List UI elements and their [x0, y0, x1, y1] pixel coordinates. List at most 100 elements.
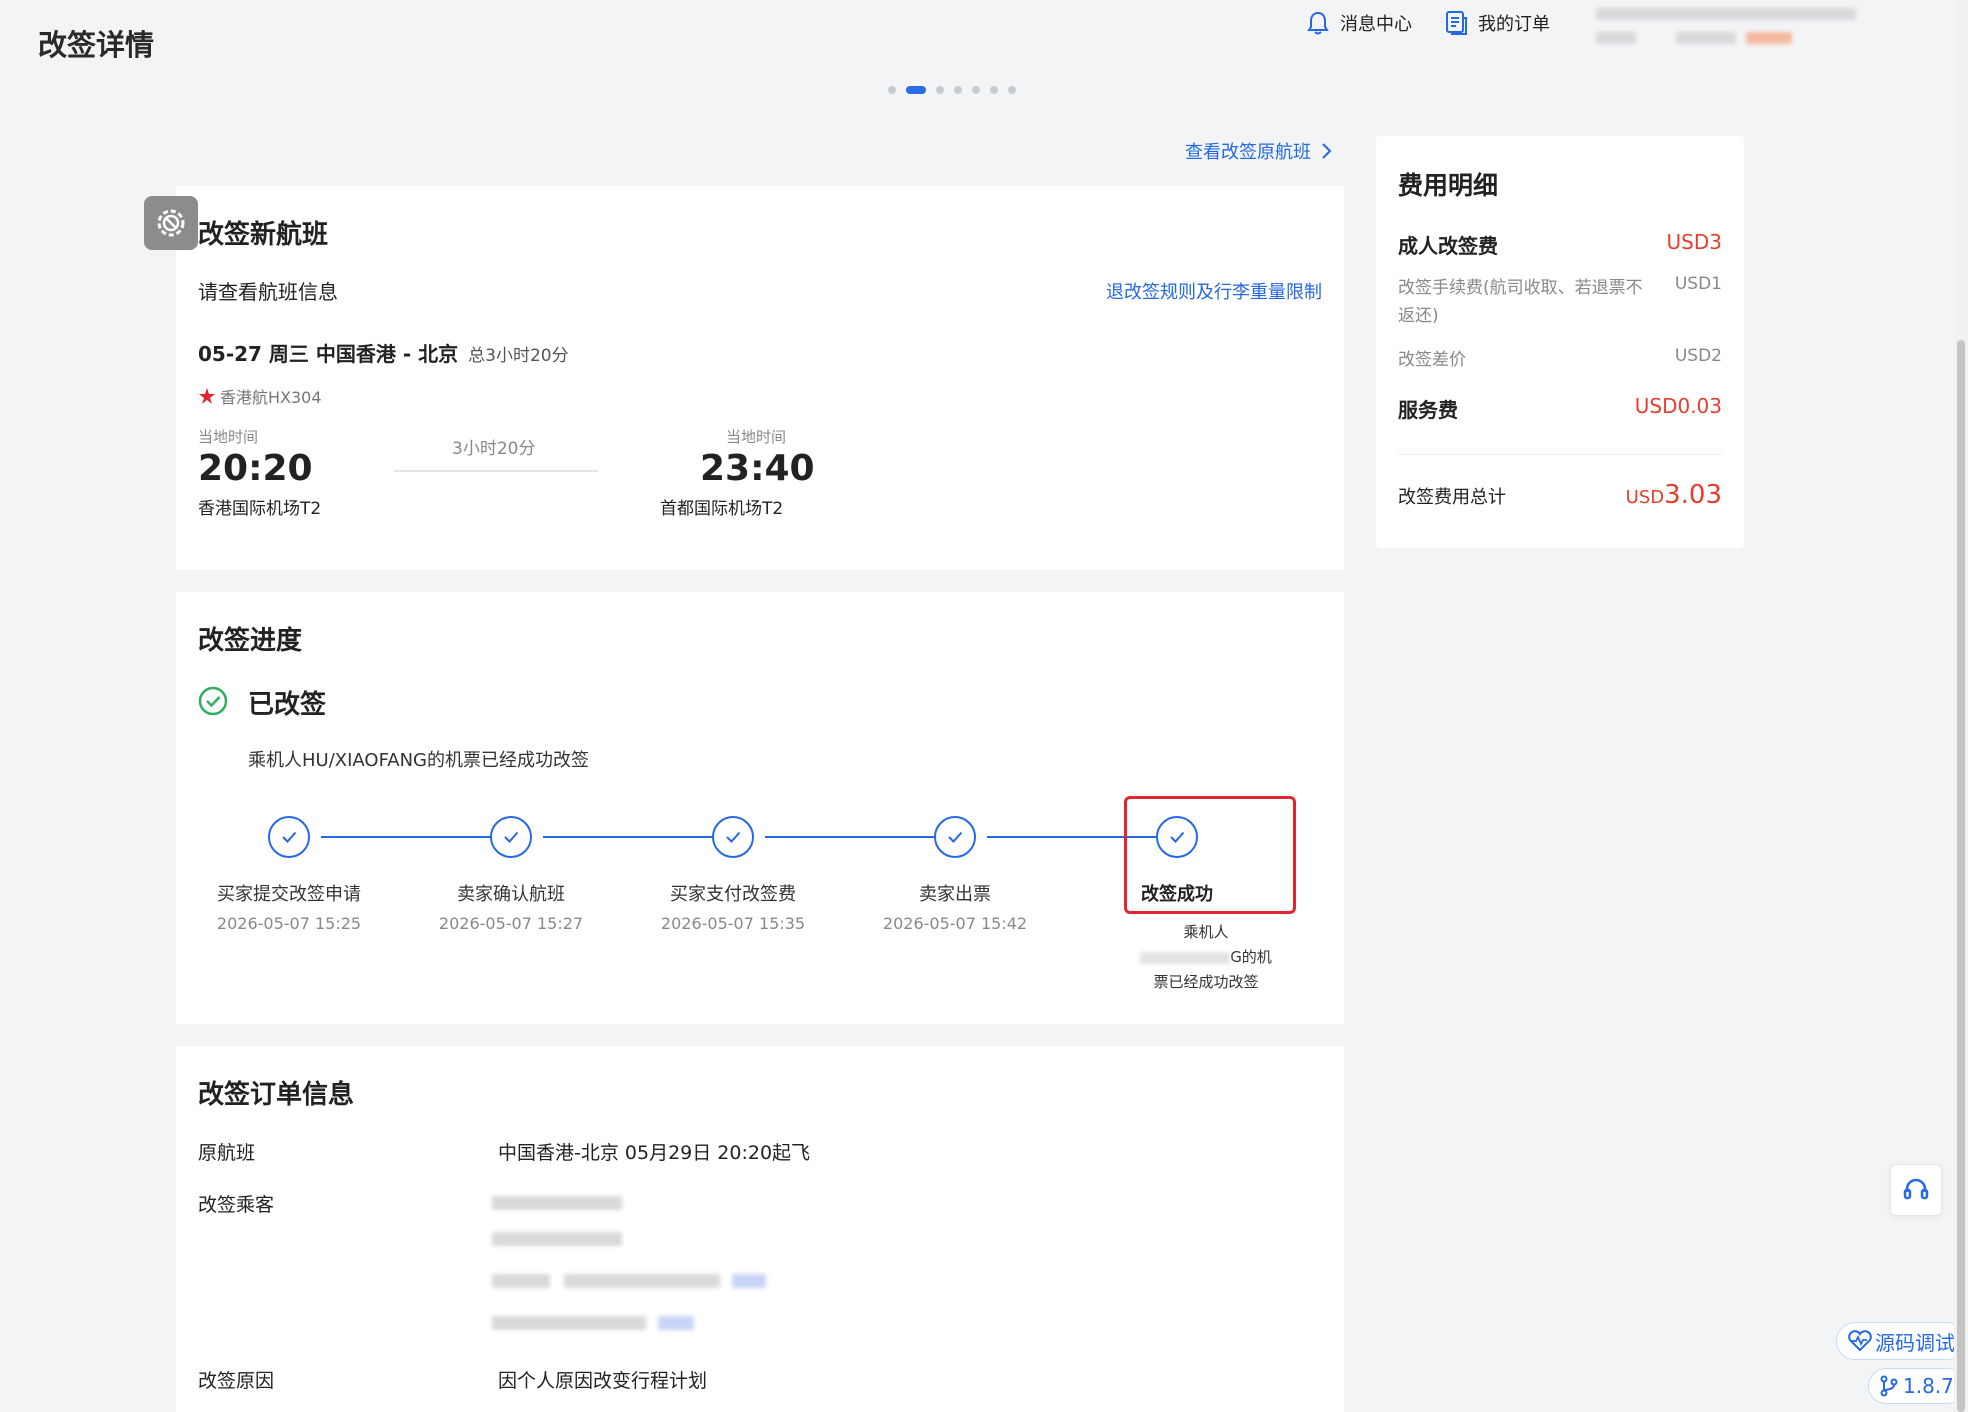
carousel-dot[interactable]	[990, 86, 998, 94]
step-label: 卖家确认航班	[457, 884, 565, 905]
step-connector	[321, 836, 499, 838]
vertical-scrollbar[interactable]	[1954, 0, 1968, 1412]
top-nav: 消息中心 我的订单	[1306, 10, 1582, 36]
passenger-label: 改签乘客	[198, 1194, 275, 1216]
carousel-dot[interactable]	[936, 86, 944, 94]
step-time: 2026-05-07 15:25	[216, 914, 362, 933]
airline-row: 香港航HX304	[198, 384, 322, 408]
fee-service-label: 服务费	[1398, 398, 1458, 422]
version-button[interactable]: 1.8.7	[1868, 1368, 1965, 1404]
airline-flight-no: 香港航HX304	[220, 388, 322, 407]
step-time: 2026-05-07 15:27	[438, 914, 584, 933]
fee-divider	[1398, 454, 1722, 455]
scrollbar-thumb[interactable]	[1957, 340, 1965, 1412]
flight-route: 05-27 周三 中国香港 - 北京	[198, 342, 459, 366]
final-note-line3: 票已经成功改签	[1153, 973, 1259, 991]
original-flight-label: 原航班	[198, 1142, 256, 1164]
fee-adult-label: 成人改签费	[1398, 234, 1498, 258]
fee-service-row: 服务费 USD0.03	[1398, 394, 1722, 423]
step-connector	[765, 836, 943, 838]
new-flight-card: 改签新航班 请查看航班信息 退改签规则及行李重量限制 05-27 周三 中国香港…	[176, 186, 1344, 570]
status-title: 已改签	[248, 690, 327, 720]
final-note-line2-text: G的机	[1230, 948, 1272, 966]
original-flight-value: 中国香港-北京 05月29日 20:20起飞	[498, 1142, 811, 1164]
arrival-time: 23:40	[700, 448, 815, 489]
fee-title: 费用明细	[1398, 171, 1499, 200]
flight-info-subtitle: 请查看航班信息	[198, 280, 338, 304]
step-label: 买家提交改签申请	[217, 884, 361, 905]
step-label: 卖家出票	[919, 884, 991, 905]
gear-icon	[157, 209, 185, 237]
final-note-line2: G的机	[1126, 945, 1286, 970]
view-original-flight-link[interactable]: 查看改签原航班	[1185, 138, 1333, 164]
route-line: 05-27 周三 中国香港 - 北京 总3小时20分	[198, 338, 569, 367]
carousel-dots	[888, 86, 1026, 94]
departure-airport: 香港国际机场T2	[198, 499, 322, 519]
step-check-icon	[712, 816, 754, 858]
git-branch-icon	[1880, 1375, 1898, 1397]
page-title: 改签详情	[38, 28, 155, 62]
order-list-icon	[1446, 11, 1467, 35]
departure-local-label: 当地时间	[198, 428, 259, 446]
carousel-dot[interactable]	[906, 86, 926, 94]
step-time: 2026-05-07 15:42	[882, 914, 1028, 933]
order-info-title: 改签订单信息	[198, 1080, 355, 1110]
nav-my-orders[interactable]: 我的订单	[1444, 10, 1550, 36]
progress-card: 改签进度 已改签 乘机人HU/XIAOFANG的机票已经成功改签 买家提交改签申…	[176, 592, 1344, 1024]
highlight-box	[1124, 796, 1296, 914]
new-flight-title: 改签新航班	[198, 220, 329, 250]
carousel-dot[interactable]	[1008, 86, 1016, 94]
reason-label: 改签原因	[198, 1370, 275, 1392]
version-label: 1.8.7	[1903, 1374, 1954, 1398]
customer-service-button[interactable]	[1890, 1164, 1942, 1216]
chevron-right-icon	[1322, 143, 1332, 159]
fee-total-row: 改签费用总计 USD3.03	[1398, 480, 1722, 510]
heart-pulse-icon	[1848, 1330, 1872, 1352]
fee-handling-row: 改签手续费(航司收取、若退票不返还) USD1	[1398, 274, 1722, 330]
arrival-airport: 首都国际机场T2	[660, 499, 784, 519]
rules-link[interactable]: 退改签规则及行李重量限制	[1106, 278, 1322, 304]
headset-icon	[1903, 1178, 1929, 1200]
carousel-dot[interactable]	[954, 86, 962, 94]
step-check-icon	[268, 816, 310, 858]
fee-total-label: 改签费用总计	[1398, 487, 1506, 508]
source-debug-button[interactable]: 源码调试	[1836, 1322, 1966, 1360]
settings-gear-button[interactable]	[144, 196, 198, 250]
departure-time: 20:20	[198, 448, 313, 489]
final-step-note: 乘机人 G的机 票已经成功改签	[1126, 920, 1286, 995]
reason-value: 因个人原因改变行程计划	[498, 1370, 708, 1392]
fee-card: 费用明细 成人改签费 USD3 改签手续费(航司收取、若退票不返还) USD1 …	[1376, 136, 1744, 548]
fee-diff-label: 改签差价	[1398, 350, 1466, 370]
arrival-local-label: 当地时间	[726, 428, 787, 446]
fee-total-amount: 3.03	[1664, 480, 1722, 510]
nav-message-center[interactable]: 消息中心	[1306, 10, 1412, 36]
fee-service-value: USD0.03	[1634, 394, 1722, 418]
fee-adult-row: 成人改签费 USD3	[1398, 230, 1722, 259]
fee-total-currency: USD	[1625, 487, 1665, 508]
source-debug-label: 源码调试	[1875, 1330, 1955, 1355]
fee-handling-label: 改签手续费(航司收取、若退票不返还)	[1398, 278, 1643, 326]
step-connector	[543, 836, 721, 838]
airline-logo-icon	[199, 388, 215, 404]
user-account-blurred[interactable]	[1596, 0, 1876, 52]
final-note-line1: 乘机人	[1183, 923, 1229, 941]
bell-icon	[1307, 11, 1329, 35]
fee-diff-row: 改签差价 USD2	[1398, 346, 1722, 374]
progress-title: 改签进度	[198, 626, 303, 656]
carousel-dot[interactable]	[888, 86, 896, 94]
step-label: 买家支付改签费	[670, 884, 796, 905]
flight-duration: 3小时20分	[452, 439, 536, 459]
nav-orders-label: 我的订单	[1478, 14, 1550, 35]
fee-diff-value: USD2	[1674, 346, 1722, 366]
passenger-list-blurred	[492, 1192, 792, 1392]
step-time: 2026-05-07 15:35	[660, 914, 806, 933]
total-duration: 总3小时20分	[468, 346, 569, 366]
flight-arrow-line	[394, 470, 598, 472]
check-circle-icon	[198, 686, 228, 716]
step-check-icon	[490, 816, 532, 858]
carousel-dot[interactable]	[972, 86, 980, 94]
fee-total-value: USD3.03	[1626, 480, 1722, 510]
order-info-card: 改签订单信息 原航班 中国香港-北京 05月29日 20:20起飞 改签乘客 改…	[176, 1046, 1344, 1412]
step-check-icon	[934, 816, 976, 858]
status-description: 乘机人HU/XIAOFANG的机票已经成功改签	[248, 750, 590, 771]
